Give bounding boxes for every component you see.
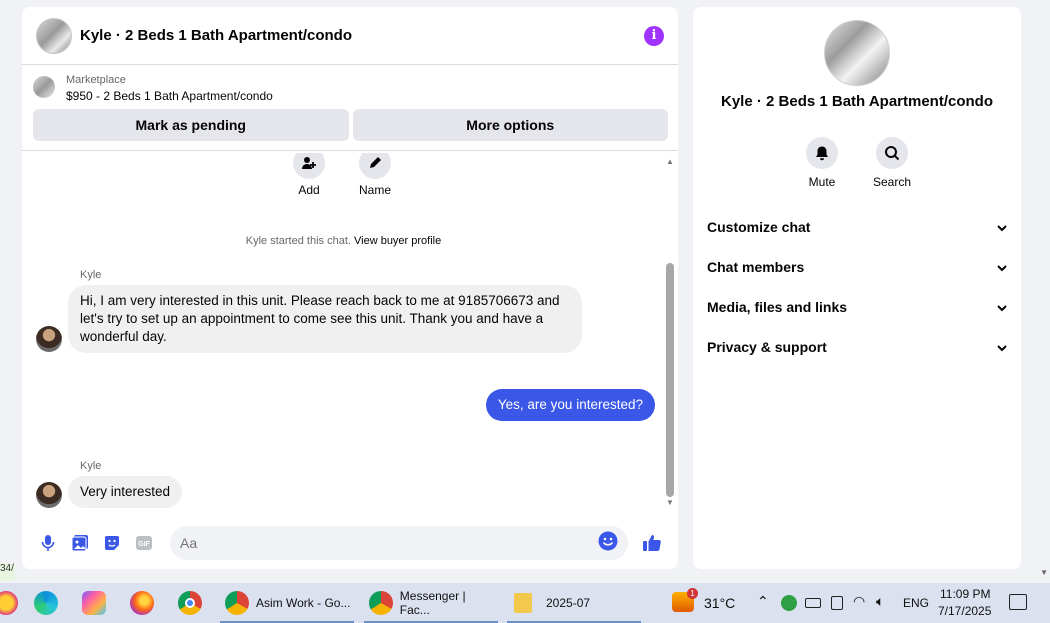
taskbar-app-messenger[interactable]: Messenger | Fac... [364, 583, 498, 623]
bell-icon [806, 137, 838, 169]
avatar[interactable] [36, 326, 62, 352]
add-label: Add [298, 183, 320, 197]
name-label: Name [359, 183, 392, 197]
chat-panel: Kyle · 2 Beds 1 Bath Apartment/condo i M… [22, 7, 678, 569]
listing-avatar-large[interactable] [824, 20, 890, 86]
chevron-up-icon[interactable]: ⌃ [757, 593, 769, 610]
started-text: Kyle started this chat. [245, 235, 351, 247]
listing-avatar[interactable] [36, 17, 72, 54]
more-options-button[interactable]: More options [352, 109, 668, 141]
emoji-icon[interactable] [598, 531, 618, 556]
notification-badge: 1 [687, 588, 698, 599]
add-people-action[interactable]: Add [293, 153, 325, 197]
mute-label: Mute [808, 175, 836, 189]
message-bubble-outgoing[interactable]: Yes, are you interested? [485, 389, 655, 421]
message-sender: Kyle [80, 460, 102, 472]
chat-header: Kyle · 2 Beds 1 Bath Apartment/condo i [22, 7, 678, 65]
section-label: Customize chat [707, 219, 811, 235]
taskbar-app-folder[interactable]: 2025-07 [507, 583, 641, 623]
screen: Kyle · 2 Beds 1 Bath Apartment/condo i M… [0, 0, 1050, 623]
listing-actions: Mark as pending More options [22, 107, 678, 141]
listing-source: Marketplace [66, 74, 126, 86]
search-label: Search [872, 175, 912, 189]
pencil-icon [359, 153, 391, 179]
add-person-icon [293, 153, 325, 179]
message-list: Add Name Kyle started this chat. View bu… [22, 153, 665, 518]
device-icon[interactable] [831, 596, 843, 610]
name-action[interactable]: Name [359, 153, 391, 197]
message-bubble-incoming[interactable]: Very interested [68, 476, 183, 508]
conversation-info-panel: Kyle · 2 Beds 1 Bath Apartment/condo Mut… [693, 7, 1021, 569]
divider [22, 150, 678, 151]
info-icon[interactable]: i [644, 25, 664, 46]
section-label: Media, files and links [707, 299, 848, 315]
photo-icon[interactable] [64, 527, 96, 559]
taskbar-app-chrome-work[interactable]: Asim Work - Go... [220, 583, 354, 623]
media-files-links-section[interactable]: Media, files and links [707, 287, 1007, 327]
wifi-icon[interactable]: ◠ [853, 593, 865, 610]
info-actions: Mute Search [693, 137, 1021, 189]
listing-thumbnail [33, 76, 55, 98]
chevron-down-icon [997, 299, 1007, 315]
scrollbar-thumb[interactable] [666, 263, 674, 497]
message-sender: Kyle [80, 269, 102, 281]
info-title: Kyle · 2 Beds 1 Bath Apartment/condo [721, 93, 993, 110]
microphone-icon[interactable] [32, 527, 64, 559]
scroll-up-arrow-icon[interactable]: ▲ [665, 157, 675, 166]
chrome-icon [369, 591, 393, 615]
tray-app-icon[interactable] [781, 595, 797, 611]
firefox-icon[interactable] [130, 591, 154, 615]
gif-icon[interactable]: GIF [128, 527, 160, 559]
mark-as-pending-button[interactable]: Mark as pending [33, 109, 349, 141]
copilot-icon[interactable] [82, 591, 106, 615]
info-sections: Customize chat Chat members Media, files… [707, 207, 1007, 367]
widgets-icon[interactable] [0, 591, 18, 615]
view-buyer-profile-link[interactable]: View buyer profile [354, 235, 441, 247]
weather-icon[interactable]: 1 [672, 588, 698, 612]
thumbs-up-icon[interactable] [636, 527, 668, 559]
chevron-down-icon [997, 259, 1007, 275]
page-scroll-down-arrow-icon[interactable]: ▼ [1040, 568, 1048, 577]
message-input[interactable] [180, 535, 598, 551]
windows-taskbar: Asim Work - Go... Messenger | Fac... 202… [0, 583, 1050, 623]
sticker-icon[interactable] [96, 527, 128, 559]
search-button[interactable]: Search [872, 137, 912, 189]
battery-icon[interactable] [805, 598, 821, 608]
edge-tag: 34/ [0, 563, 15, 581]
folder-icon [514, 593, 532, 613]
clock-date[interactable]: 7/17/2025 [938, 604, 991, 618]
section-label: Privacy & support [707, 339, 827, 355]
app-label: 2025-07 [546, 596, 591, 610]
language-indicator[interactable]: ENG [903, 596, 929, 610]
notification-center-icon[interactable] [1009, 594, 1027, 610]
chrome-icon[interactable] [178, 591, 202, 615]
speaker-icon[interactable]: 🔈︎ [876, 593, 884, 610]
chat-title: Kyle · 2 Beds 1 Bath Apartment/condo [80, 27, 352, 44]
customize-chat-section[interactable]: Customize chat [707, 207, 1007, 247]
chat-members-section[interactable]: Chat members [707, 247, 1007, 287]
app-label: Messenger | Fac... [399, 589, 466, 617]
privacy-support-section[interactable]: Privacy & support [707, 327, 1007, 367]
mute-button[interactable]: Mute [804, 137, 840, 189]
section-label: Chat members [707, 259, 805, 275]
composer: GIF [22, 517, 678, 569]
search-icon [876, 137, 908, 169]
chrome-center [185, 598, 195, 608]
edge-icon[interactable] [34, 591, 58, 615]
avatar[interactable] [36, 482, 62, 508]
clock-time[interactable]: 11:09 PM [940, 587, 990, 601]
listing-title: $950 - 2 Beds 1 Bath Apartment/condo [66, 89, 273, 103]
listing-summary[interactable]: Marketplace $950 - 2 Beds 1 Bath Apartme… [22, 65, 678, 107]
app-label: Asim Work - Go... [256, 596, 351, 610]
message-bubble-incoming[interactable]: Hi, I am very interested in this unit. P… [68, 285, 582, 353]
weather-temperature[interactable]: 31°C [704, 595, 735, 611]
chevron-down-icon [997, 339, 1007, 355]
scroll-down-arrow-icon[interactable]: ▼ [665, 498, 675, 507]
message-input-wrapper [170, 526, 628, 560]
chrome-icon [225, 591, 249, 615]
chevron-down-icon [997, 219, 1007, 235]
svg-text:GIF: GIF [138, 541, 150, 548]
message-scrollbar[interactable]: ▲ ▼ [665, 157, 675, 507]
chat-started-notice: Kyle started this chat. View buyer profi… [22, 235, 665, 247]
